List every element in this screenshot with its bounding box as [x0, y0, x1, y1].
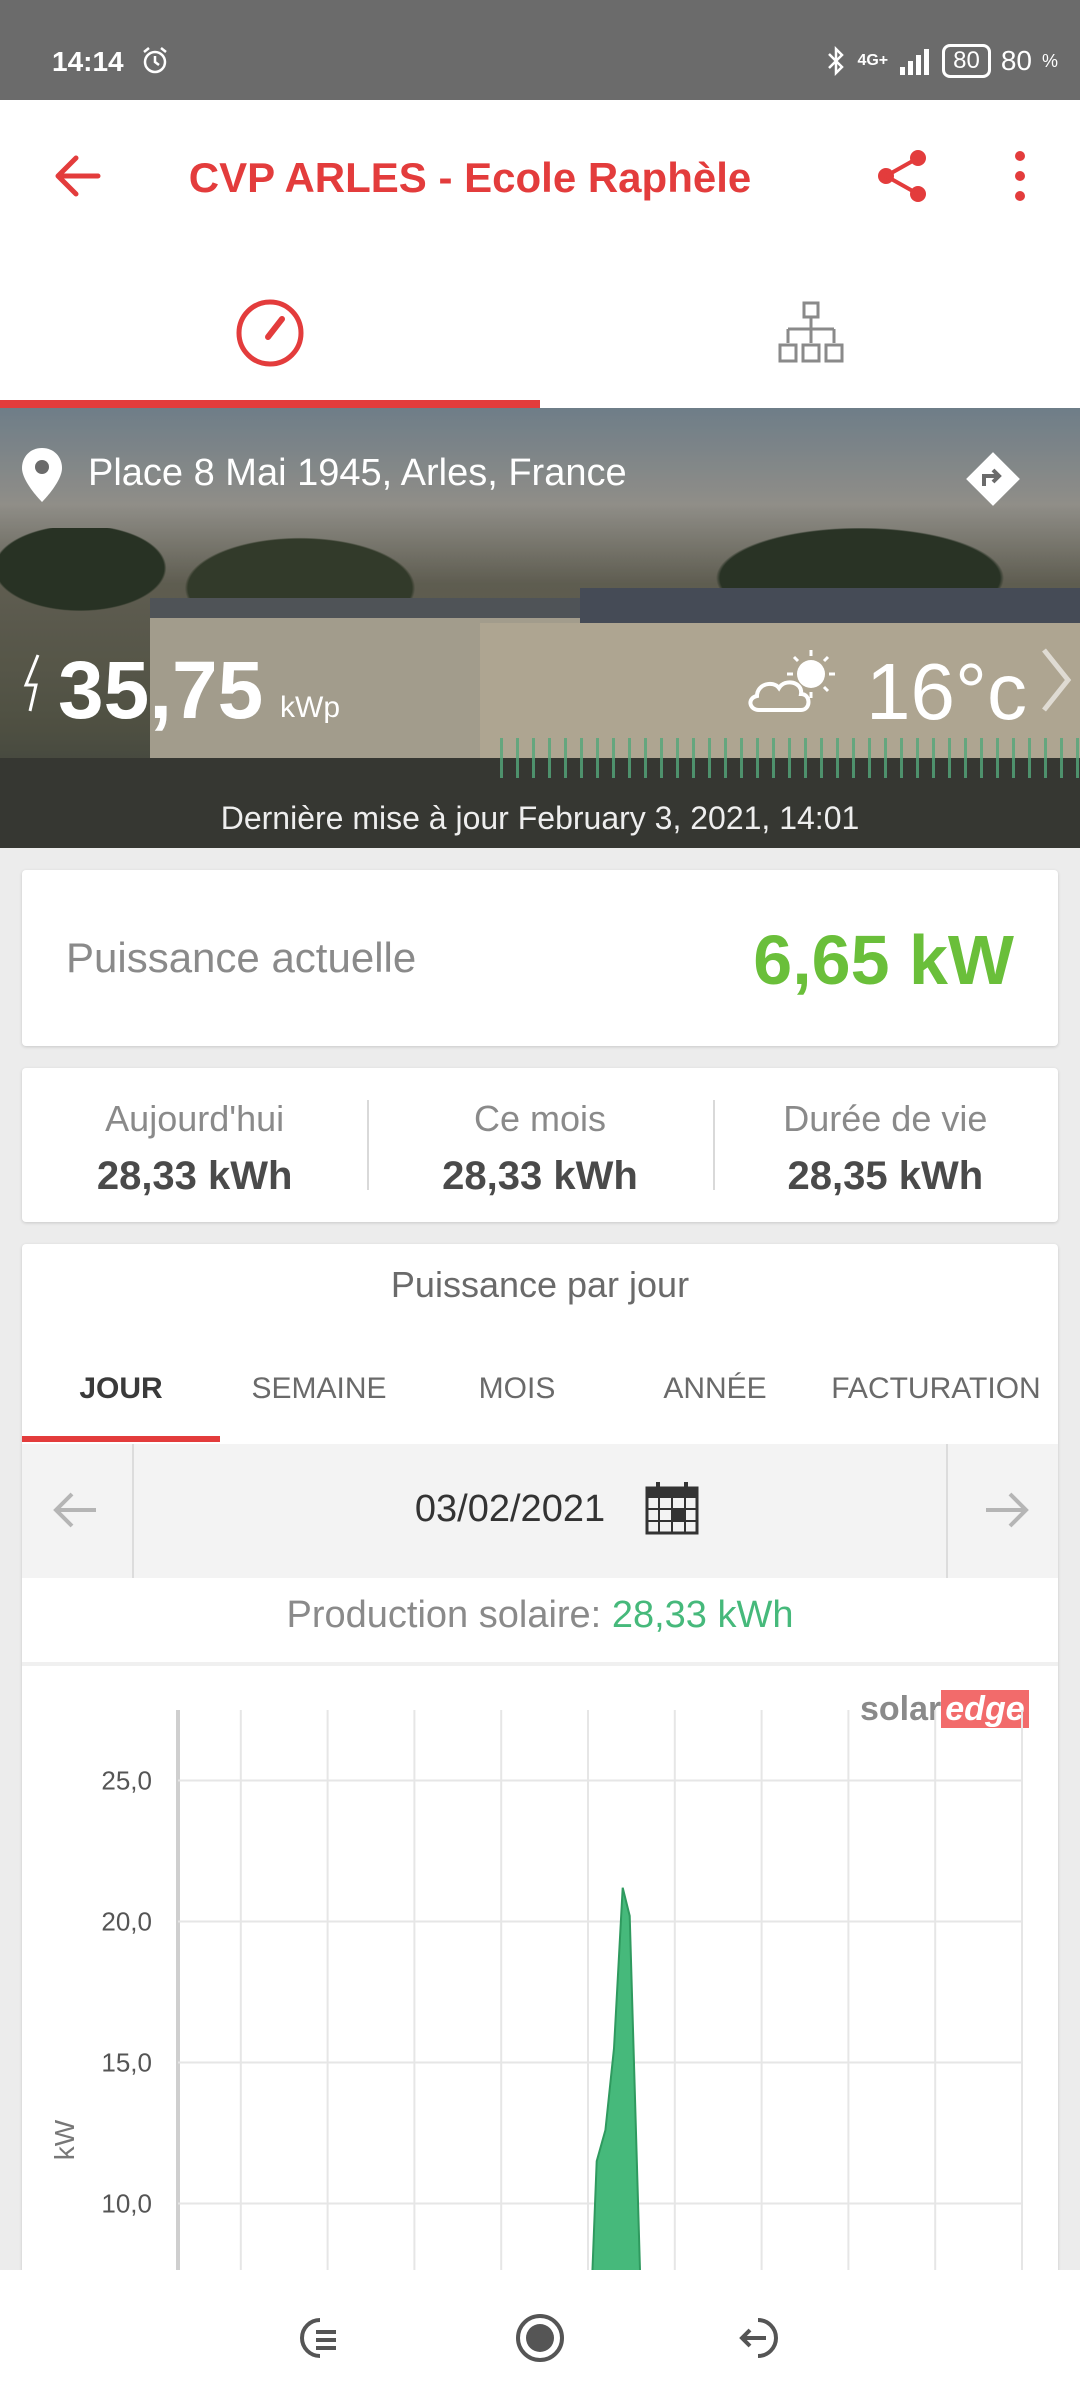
stat-lifetime: Durée de vie 28,35 kWh — [712, 1068, 1058, 1222]
status-time: 14:14 — [52, 46, 124, 77]
view-tabs — [0, 255, 1080, 408]
current-power-label: Puissance actuelle — [66, 934, 417, 981]
current-power-card: Puissance actuelle 6,65 kW — [22, 870, 1058, 1046]
tab-indicator — [0, 400, 540, 408]
hierarchy-icon — [778, 301, 844, 363]
stat-label: Ce mois — [473, 1098, 606, 1139]
gauge-icon — [236, 299, 304, 367]
bolt-icon — [23, 654, 40, 712]
power-chart: 25,0 20,0 15,0 10,0 kW — [49, 1710, 1023, 2274]
stat-label: Durée de vie — [783, 1098, 988, 1139]
calendar-icon[interactable] — [644, 1480, 700, 1536]
production-value: 28,33 kWh — [611, 1594, 794, 1636]
directions-icon[interactable] — [962, 448, 1024, 510]
signal-icon — [900, 49, 930, 75]
page-title: CVP ARLES - Ecole Raphèle — [188, 154, 752, 201]
arrow-right-icon — [986, 1492, 1029, 1528]
alarm-icon — [143, 47, 167, 74]
y-tick-label: 15,0 — [101, 2048, 152, 2078]
battery-percent: % — [1041, 50, 1058, 71]
tab-billing[interactable]: FACTURATION — [814, 1342, 1058, 1442]
recent-apps-icon[interactable] — [286, 2310, 342, 2366]
tab-layout[interactable] — [540, 255, 1080, 408]
status-icons: 4G+ 80 80 % — [825, 44, 1058, 78]
solar-production: Production solaire: 28,33 kWh — [22, 1594, 1058, 1637]
system-nav-bar — [0, 2270, 1080, 2400]
chevron-right-icon[interactable] — [1036, 640, 1076, 720]
stat-value: 28,33 kWh — [96, 1154, 293, 1198]
date-selector: 03/02/2021 — [22, 1444, 1058, 1578]
y-tick-label: 10,0 — [101, 2189, 152, 2219]
y-tick-label: 25,0 — [101, 1766, 152, 1796]
more-options-icon[interactable] — [1000, 148, 1040, 204]
y-tick-label: 20,0 — [101, 1907, 152, 1937]
share-icon[interactable] — [872, 146, 932, 206]
divider — [22, 1662, 1058, 1666]
current-power-value: 6,65 kW — [753, 921, 1014, 999]
peak-power-unit: kWp — [280, 691, 340, 724]
stat-month: Ce mois 28,33 kWh — [367, 1068, 712, 1222]
production-label: Production solaire: — [286, 1594, 602, 1636]
app-bar: CVP ARLES - Ecole Raphèle — [0, 100, 1080, 255]
period-tabs: JOUR SEMAINE MOIS ANNÉE FACTURATION — [22, 1342, 1058, 1442]
tab-month[interactable]: MOIS — [418, 1342, 616, 1442]
partly-cloudy-icon — [748, 650, 835, 712]
tab-week[interactable]: SEMAINE — [220, 1342, 418, 1442]
home-icon[interactable] — [512, 2310, 568, 2366]
chart-title: Puissance par jour — [390, 1264, 690, 1305]
stat-today: Aujourd'hui 28,33 kWh — [22, 1068, 367, 1222]
tab-dashboard[interactable] — [0, 255, 540, 408]
network-label: 4G+ — [857, 52, 889, 69]
tab-day[interactable]: JOUR — [22, 1342, 220, 1442]
tab-year[interactable]: ANNÉE — [616, 1342, 814, 1442]
site-hero: Place 8 Mai 1945, Arles, France 35,75 kW… — [0, 408, 1080, 848]
temperature: 16°c — [866, 647, 1027, 736]
last-update-text: Dernière mise à jour February 3, 2021, 1… — [220, 800, 860, 836]
battery-icon: 80 — [942, 44, 991, 78]
site-location: Place 8 Mai 1945, Arles, France — [88, 452, 627, 494]
power-chart-card: Puissance par jour JOUR SEMAINE MOIS ANN… — [22, 1244, 1058, 2274]
stat-value: 28,33 kWh — [442, 1154, 638, 1198]
back-icon[interactable] — [736, 2310, 792, 2366]
status-bar: 14:14 4G+ 80 80 % — [0, 0, 1080, 100]
stat-value: 28,35 kWh — [787, 1154, 984, 1198]
peak-power-value: 35,75 — [58, 645, 264, 736]
y-axis-label: kW — [49, 2119, 80, 2160]
stat-label: Aujourd'hui — [105, 1098, 285, 1139]
next-date-button[interactable] — [946, 1444, 1058, 1578]
location-pin-icon — [22, 448, 62, 502]
selected-date[interactable]: 03/02/2021 — [22, 1488, 1058, 1531]
energy-stats-card: Aujourd'hui 28,33 kWh Ce mois 28,33 kWh … — [22, 1068, 1058, 1222]
power-area-series — [591, 1887, 642, 2274]
battery-text: 80 — [1000, 45, 1032, 76]
bluetooth-icon — [828, 46, 845, 76]
